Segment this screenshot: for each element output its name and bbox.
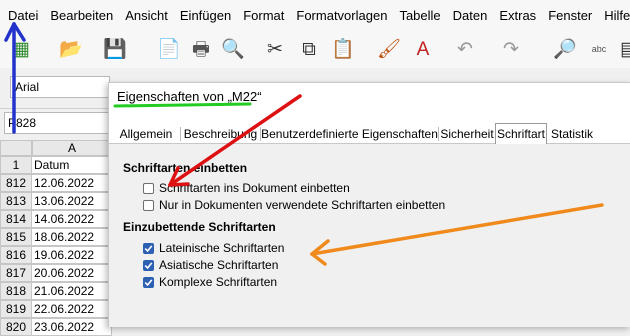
cell[interactable]: 14.06.2022 [32, 210, 112, 228]
row-header[interactable]: 820 [0, 318, 32, 336]
row-header[interactable]: 817 [0, 264, 32, 282]
tab-benutzerdefinierte-eigenschaften[interactable]: Benutzerdefinierte Eigenschaften [261, 125, 438, 143]
option-label: Nur in Dokumenten verwendete Schriftarte… [159, 198, 446, 212]
print-preview-icon[interactable]: 🔍 [220, 36, 246, 62]
checkbox-embed-used-fonts-only[interactable] [143, 199, 154, 211]
menu-ansicht[interactable]: Ansicht [117, 8, 172, 23]
checkbox-complex-fonts[interactable] [143, 276, 154, 288]
select-all-corner[interactable] [0, 140, 32, 156]
tab-sicherheit[interactable]: Sicherheit [439, 125, 495, 143]
cell[interactable]: 21.06.2022 [32, 282, 112, 300]
save-icon[interactable]: 💾 [102, 36, 128, 62]
check-icon [144, 278, 153, 286]
open-folder-icon[interactable]: 📂 [58, 36, 84, 62]
standard-toolbar: ▦ 📂 💾 📄 🖶 🔍 ✂ ⧉ 📋 🖌 A ↶ ↷ 🔎 abc ▤ [0, 30, 630, 68]
properties-dialog: Eigenschaften von „M22“ Allgemein Beschr… [108, 82, 630, 327]
cell[interactable]: 20.06.2022 [32, 264, 112, 282]
option-label: Lateinische Schriftarten [159, 241, 285, 255]
menu-format[interactable]: Format [235, 8, 288, 23]
name-box[interactable]: P828 [4, 112, 110, 134]
option-label: Schriftarten ins Dokument einbetten [159, 181, 350, 195]
copy-icon[interactable]: ⧉ [296, 36, 322, 62]
column-header-a[interactable]: A [32, 140, 112, 156]
cut-icon[interactable]: ✂ [262, 36, 288, 62]
section-heading-font-scripts: Einzubettende Schriftarten [123, 220, 276, 234]
cell[interactable]: 19.06.2022 [32, 246, 112, 264]
row-header[interactable]: 813 [0, 192, 32, 210]
find-replace-icon[interactable]: 🔎 [552, 36, 578, 62]
section-heading-embed: Schriftarten einbetten [123, 161, 248, 175]
new-spreadsheet-icon[interactable]: ▦ [8, 36, 34, 62]
cell[interactable]: 13.06.2022 [32, 192, 112, 210]
option-latin-fonts[interactable]: Lateinische Schriftarten [143, 241, 284, 255]
more-options-icon[interactable]: ▤ [616, 36, 630, 62]
option-label: Komplexe Schriftarten [159, 275, 278, 289]
row-header[interactable]: 812 [0, 174, 32, 192]
menu-formatvorlagen[interactable]: Formatvorlagen [288, 8, 391, 23]
cell[interactable]: 23.06.2022 [32, 318, 112, 336]
dialog-tabs: Allgemein Beschreibung Benutzerdefiniert… [109, 121, 630, 144]
option-complex-fonts[interactable]: Komplexe Schriftarten [143, 275, 277, 289]
tab-beschreibung[interactable]: Beschreibung [181, 125, 260, 143]
checkbox-asian-fonts[interactable] [143, 259, 154, 271]
tab-allgemein[interactable]: Allgemein [113, 125, 179, 143]
row-header[interactable]: 814 [0, 210, 32, 228]
undo-icon[interactable]: ↶ [452, 36, 478, 62]
option-embed-used-fonts-only[interactable]: Nur in Dokumenten verwendete Schriftarte… [143, 198, 445, 212]
clone-formatting-icon[interactable]: 🖌 [376, 36, 402, 62]
menu-datei[interactable]: Datei [0, 8, 42, 23]
checkbox-embed-fonts[interactable] [143, 182, 154, 194]
row-header[interactable]: 819 [0, 300, 32, 318]
cell[interactable]: 22.06.2022 [32, 300, 112, 318]
tab-schriftart[interactable]: Schriftart [495, 123, 547, 144]
menu-bearbeiten[interactable]: Bearbeiten [42, 8, 117, 23]
dialog-title: Eigenschaften von „M22“ [117, 89, 262, 104]
cell[interactable]: 12.06.2022 [32, 174, 112, 192]
option-embed-fonts[interactable]: Schriftarten ins Dokument einbetten [143, 181, 350, 195]
redo-icon[interactable]: ↷ [498, 36, 524, 62]
checkbox-latin-fonts[interactable] [143, 242, 154, 254]
export-pdf-icon[interactable]: 📄 [156, 36, 182, 62]
paste-icon[interactable]: 📋 [330, 36, 356, 62]
check-icon [144, 244, 153, 252]
option-label: Asiatische Schriftarten [159, 258, 279, 272]
clear-formatting-icon[interactable]: A [410, 36, 436, 62]
menu-einfuegen[interactable]: Einfügen [172, 8, 235, 23]
row-header[interactable]: 815 [0, 228, 32, 246]
menu-daten[interactable]: Daten [445, 8, 492, 23]
menu-tabelle[interactable]: Tabelle [391, 8, 444, 23]
row-header[interactable]: 816 [0, 246, 32, 264]
menu-hilfe[interactable]: Hilfe [596, 8, 630, 23]
font-name-box[interactable]: Arial [10, 76, 110, 98]
menu-bar: Datei Bearbeiten Ansicht Einfügen Format… [0, 0, 630, 30]
spelling-icon[interactable]: abc [586, 36, 612, 62]
menu-fenster[interactable]: Fenster [540, 8, 596, 23]
tab-content-schriftart: Schriftarten einbetten Schriftarten ins … [109, 144, 630, 327]
menu-extras[interactable]: Extras [491, 8, 540, 23]
check-icon [144, 261, 153, 269]
tab-statistik[interactable]: Statistik [548, 125, 596, 143]
cell[interactable]: 18.06.2022 [32, 228, 112, 246]
row-header[interactable]: 1 [0, 156, 32, 174]
option-asian-fonts[interactable]: Asiatische Schriftarten [143, 258, 278, 272]
cell[interactable]: Datum [32, 156, 112, 174]
print-icon[interactable]: 🖶 [188, 36, 214, 62]
row-header[interactable]: 818 [0, 282, 32, 300]
